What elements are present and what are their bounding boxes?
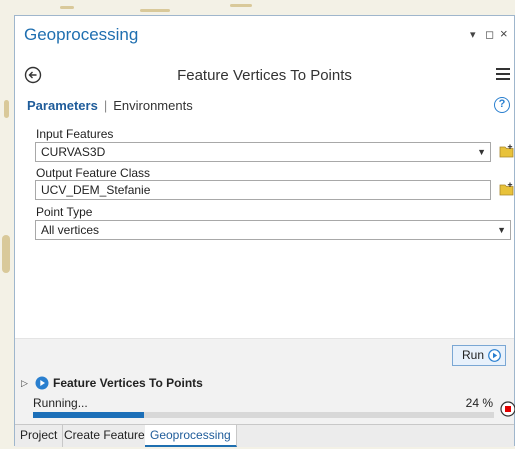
tab-separator: | bbox=[103, 98, 108, 113]
output-feature-class-field[interactable]: UCV_DEM_Stefanie bbox=[35, 180, 491, 200]
running-tool-name: Feature Vertices To Points bbox=[53, 376, 203, 390]
progress-bar bbox=[33, 412, 494, 418]
tool-header: Feature Vertices To Points bbox=[15, 60, 514, 90]
point-type-label: Point Type bbox=[36, 205, 93, 219]
expand-icon[interactable]: ▷ bbox=[21, 378, 28, 389]
browse-folder-icon[interactable] bbox=[499, 182, 515, 196]
pin-dropdown-icon[interactable]: ▾ bbox=[470, 28, 476, 41]
chevron-down-icon[interactable]: ▼ bbox=[497, 221, 506, 239]
tab-environments[interactable]: Environments bbox=[113, 98, 192, 113]
run-button[interactable]: Run bbox=[452, 345, 506, 366]
point-type-value: All vertices bbox=[41, 223, 100, 237]
dock-icon[interactable]: ◻ bbox=[485, 28, 494, 41]
input-features-value: CURVAS3D bbox=[41, 145, 106, 159]
tool-status-row: ▷ Feature Vertices To Points bbox=[21, 376, 501, 392]
output-feature-class-label: Output Feature Class bbox=[36, 166, 151, 180]
play-icon bbox=[488, 349, 501, 362]
help-icon[interactable]: ? bbox=[494, 97, 510, 113]
geoprocessing-pane: Geoprocessing ▾ ◻ × Feature Vertices To … bbox=[14, 15, 515, 447]
close-icon[interactable]: × bbox=[500, 26, 508, 41]
status-text: Running... bbox=[33, 396, 88, 410]
tab-project[interactable]: Project bbox=[15, 425, 64, 447]
input-features-label: Input Features bbox=[36, 127, 114, 141]
browse-folder-icon[interactable] bbox=[499, 144, 515, 158]
progress-percent: 24 % bbox=[465, 396, 493, 410]
parameter-tabs: Parameters | Environments bbox=[27, 98, 193, 116]
bottom-tab-strip: Project Create Features Geoprocessing bbox=[15, 424, 514, 447]
chevron-down-icon[interactable]: ▼ bbox=[477, 143, 486, 161]
hamburger-menu-icon[interactable] bbox=[496, 68, 510, 82]
input-features-field[interactable]: CURVAS3D ▼ bbox=[35, 142, 491, 162]
stop-icon[interactable] bbox=[500, 401, 515, 417]
tab-geoprocessing[interactable]: Geoprocessing bbox=[145, 425, 237, 447]
output-feature-class-value: UCV_DEM_Stefanie bbox=[41, 183, 151, 197]
tool-title: Feature Vertices To Points bbox=[177, 67, 352, 84]
run-status-icon bbox=[35, 376, 49, 390]
tab-create-features[interactable]: Create Features bbox=[59, 425, 157, 447]
run-button-label: Run bbox=[462, 348, 485, 362]
tab-parameters[interactable]: Parameters bbox=[27, 98, 98, 113]
progress-fill bbox=[33, 412, 144, 418]
point-type-dropdown[interactable]: All vertices ▼ bbox=[35, 220, 511, 240]
pane-title: Geoprocessing bbox=[24, 25, 139, 44]
pane-titlebar: Geoprocessing ▾ ◻ × bbox=[15, 16, 514, 52]
